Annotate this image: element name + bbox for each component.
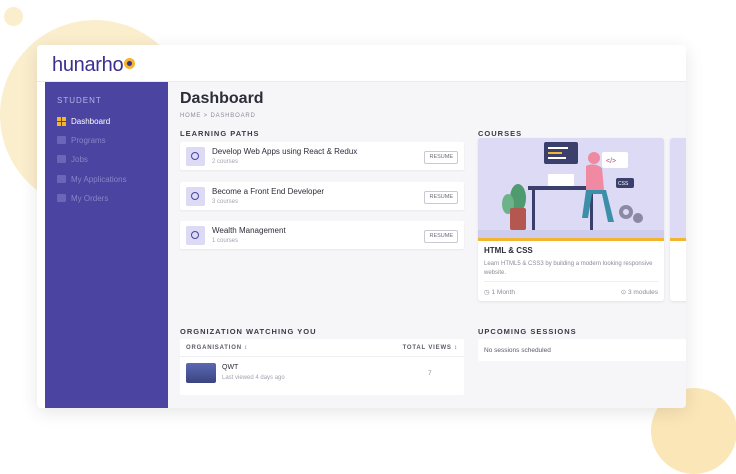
programs-icon xyxy=(57,136,66,144)
sessions-panel: No sessions scheduled xyxy=(478,339,686,361)
sidebar-section-title: STUDENT xyxy=(57,96,102,105)
svg-text:CSS: CSS xyxy=(618,181,629,187)
sidebar-item-jobs[interactable]: Jobs xyxy=(57,152,88,166)
organizations-table: ORGANISATION ↕ TOTAL VIEWS ↕ QWT Last vi… xyxy=(180,339,464,395)
course-title: HTML & CSS xyxy=(484,246,533,255)
course-duration: ◷ 1 Month xyxy=(484,288,515,296)
main-content: Dashboard HOME > DASHBOARD LEARNING PATH… xyxy=(168,82,686,408)
sort-icon: ↕ xyxy=(241,345,249,351)
svg-text:</>: </> xyxy=(606,158,616,165)
organisation-logo xyxy=(186,363,216,383)
sidebar-item-my-applications[interactable]: My Applications xyxy=(57,172,127,186)
organisation-views: 7 xyxy=(428,370,432,377)
divider xyxy=(180,356,464,357)
courses-heading: COURSES xyxy=(478,129,523,138)
divider xyxy=(484,281,658,282)
target-icon xyxy=(186,187,205,206)
sidebar-item-label: My Orders xyxy=(71,193,109,203)
organisation-name[interactable]: QWT xyxy=(222,364,238,371)
dashboard-icon xyxy=(57,116,66,126)
logo-mark-icon xyxy=(124,58,136,69)
course-description: Learn HTML5 & CSS3 by building a modern … xyxy=(484,261,653,276)
briefcase-icon xyxy=(57,155,66,163)
course-duration-value: 1 Month xyxy=(491,289,515,296)
column-header-total-views[interactable]: TOTAL VIEWS ↕ xyxy=(403,345,458,351)
course-accent-bar xyxy=(670,238,686,241)
learning-paths-heading: LEARNING PATHS xyxy=(180,129,260,138)
sidebar-item-label: My Applications xyxy=(71,174,127,184)
sidebar-item-label: Dashboard xyxy=(71,116,111,126)
sidebar: STUDENT Dashboard Programs Jobs My Appli… xyxy=(45,82,168,408)
sidebar-item-label: Programs xyxy=(71,135,106,145)
resume-button[interactable]: RESUME xyxy=(424,230,458,243)
learning-path-card[interactable]: Become a Front End Developer 3 courses R… xyxy=(180,182,464,210)
organizations-heading: ORGNIZATION WATCHING YOU xyxy=(180,327,317,336)
orders-icon xyxy=(57,194,66,202)
logo[interactable]: hunarho xyxy=(52,54,136,77)
developer-illustration: </> CSS xyxy=(478,138,664,238)
logo-text: hunarho xyxy=(52,54,124,76)
learning-path-title: Become a Front End Developer xyxy=(212,187,325,196)
course-accent-bar xyxy=(478,238,664,241)
column-header-label: TOTAL VIEWS xyxy=(402,345,452,351)
course-illustration xyxy=(670,138,686,238)
modules-icon: ⊙ xyxy=(620,289,628,296)
sidebar-item-programs[interactable]: Programs xyxy=(57,133,106,147)
course-modules: ⊙ 3 modules xyxy=(621,288,658,296)
target-icon xyxy=(186,147,205,166)
sort-icon: ↕ xyxy=(451,345,458,351)
learning-path-card[interactable]: Develop Web Apps using React & Redux 2 c… xyxy=(180,142,464,170)
learning-path-subtitle: 2 courses xyxy=(212,159,239,165)
applications-icon xyxy=(57,175,66,183)
sidebar-item-my-orders[interactable]: My Orders xyxy=(57,191,108,205)
learning-path-subtitle: 1 courses xyxy=(212,238,239,244)
sidebar-item-label: Jobs xyxy=(71,154,88,164)
decor-circle-small xyxy=(4,7,23,26)
course-modules-value: 3 modules xyxy=(628,289,658,296)
top-bar: hunarho xyxy=(37,45,686,82)
column-header-label: ORGANISATION xyxy=(186,345,242,351)
target-icon xyxy=(186,226,205,245)
organisation-last-viewed: Last viewed 4 days ago xyxy=(222,375,285,381)
column-header-organisation[interactable]: ORGANISATION ↕ xyxy=(186,345,248,351)
resume-button[interactable]: RESUME xyxy=(424,151,458,164)
breadcrumb[interactable]: HOME > DASHBOARD xyxy=(180,113,256,119)
sessions-heading: UPCOMING SESSIONS xyxy=(478,327,577,336)
learning-path-subtitle: 3 courses xyxy=(212,199,239,205)
resume-button[interactable]: RESUME xyxy=(424,191,458,204)
learning-path-title: Wealth Management xyxy=(212,226,286,235)
course-card[interactable] xyxy=(670,138,686,301)
page-title: Dashboard xyxy=(180,90,264,107)
sidebar-item-dashboard[interactable]: Dashboard xyxy=(57,114,110,128)
course-card[interactable]: </> CSS HTML & CSS Learn HTML5 & CSS3 by… xyxy=(478,138,664,301)
app-window: hunarho STUDENT Dashboard Programs Jobs … xyxy=(37,45,686,408)
sessions-empty-text: No sessions scheduled xyxy=(484,347,551,354)
course-illustration: </> CSS xyxy=(478,138,664,238)
learning-path-title: Develop Web Apps using React & Redux xyxy=(212,147,358,156)
learning-path-card[interactable]: Wealth Management 1 courses RESUME xyxy=(180,221,464,249)
